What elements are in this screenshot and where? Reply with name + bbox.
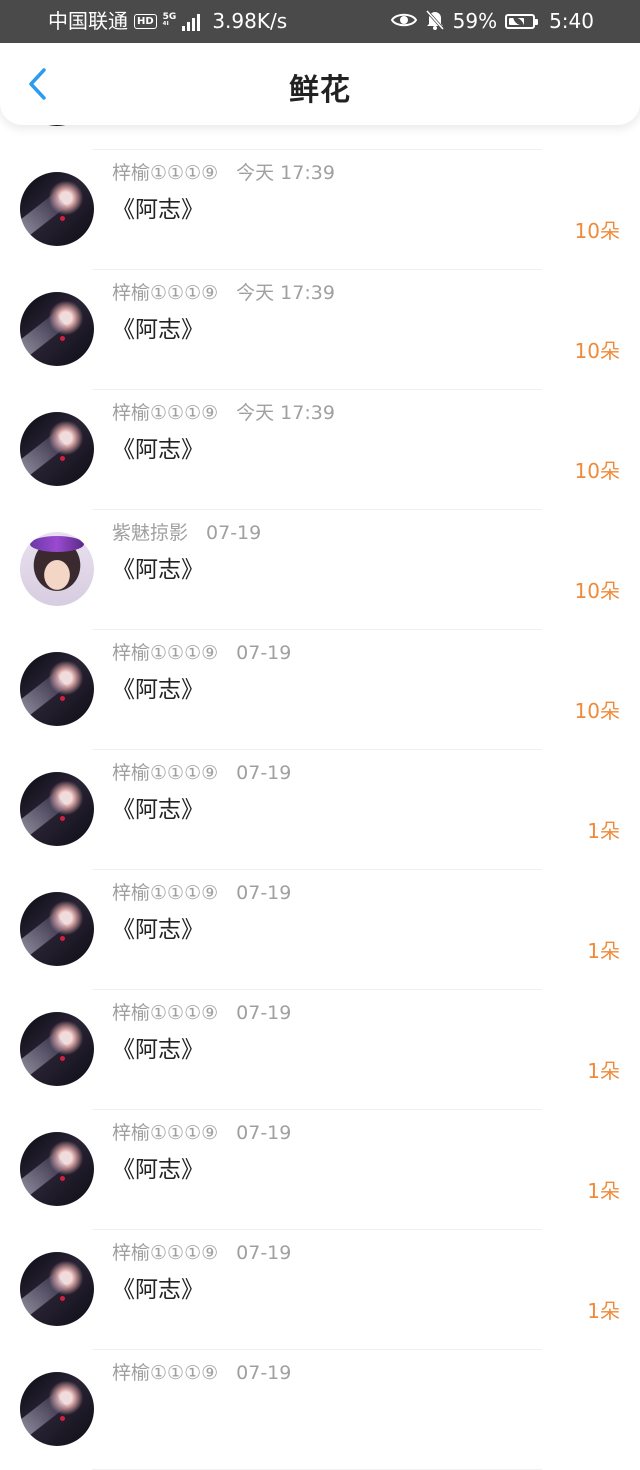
list-item[interactable]: 紫魅掠影 07-19 《阿志》 10朵 — [0, 510, 640, 630]
list-item[interactable]: 梓榆①①①⑨ 07-19 《阿志》 1朵 — [0, 750, 640, 870]
flower-count: 1朵 — [587, 1179, 620, 1203]
item-meta: 梓榆①①①⑨ 07-19 — [112, 638, 291, 665]
avatar[interactable] — [20, 1252, 94, 1326]
item-time: 07-19 — [236, 1122, 292, 1144]
avatar[interactable] — [20, 1372, 94, 1446]
user-name[interactable]: 梓榆①①①⑨ — [112, 1122, 218, 1144]
item-meta: 梓榆①①①⑨ 07-19 — [112, 998, 291, 1025]
item-meta: 紫魅掠影 07-19 — [112, 518, 261, 545]
user-name[interactable]: 梓榆①①①⑨ — [112, 762, 218, 784]
flower-count: 1朵 — [587, 1059, 620, 1083]
avatar[interactable] — [20, 892, 94, 966]
battery-percent: 59% — [452, 9, 498, 33]
clock: 5:40 — [549, 9, 594, 33]
song-title: 《阿志》 — [112, 197, 204, 223]
song-title: 《阿志》 — [112, 317, 204, 343]
item-meta: 梓榆①①①⑨ 今天 17:39 — [112, 278, 335, 305]
avatar[interactable] — [20, 292, 94, 366]
user-name[interactable]: 梓榆①①①⑨ — [112, 162, 218, 184]
user-name[interactable]: 梓榆①①①⑨ — [112, 282, 218, 304]
item-meta: 梓榆①①①⑨ 07-19 — [112, 1238, 291, 1265]
item-meta: 梓榆①①①⑨ 今天 17:39 — [112, 398, 335, 425]
item-meta: 梓榆①①①⑨ 07-19 — [112, 878, 291, 905]
song-title: 《阿志》 — [112, 1277, 204, 1303]
item-meta: 梓榆①①①⑨ 今天 17:39 — [112, 158, 335, 185]
user-name[interactable]: 梓榆①①①⑨ — [112, 642, 218, 664]
user-name[interactable]: 梓榆①①①⑨ — [112, 402, 218, 424]
flower-count: 1朵 — [587, 1299, 620, 1323]
item-meta: 梓榆①①①⑨ 07-19 — [112, 1118, 291, 1145]
list-item[interactable]: 梓榆①①①⑨ 今天 17:39 《阿志》 10朵 — [0, 390, 640, 510]
song-title: 《阿志》 — [112, 1037, 204, 1063]
bell-mute-icon — [425, 9, 445, 35]
item-time: 07-19 — [236, 762, 292, 784]
avatar[interactable] — [20, 772, 94, 846]
user-name[interactable]: 梓榆①①①⑨ — [112, 1242, 218, 1264]
avatar[interactable] — [20, 1012, 94, 1086]
item-time: 07-19 — [236, 1002, 292, 1024]
song-title: 《阿志》 — [112, 557, 204, 583]
item-time: 07-19 — [236, 1242, 292, 1264]
song-title: 《阿志》 — [112, 1157, 204, 1183]
avatar[interactable] — [20, 172, 94, 246]
item-time: 07-19 — [236, 882, 292, 904]
signal-icon — [182, 13, 201, 31]
battery-icon — [505, 14, 539, 29]
page-title: 鲜花 — [289, 73, 351, 108]
list-item[interactable]: 梓榆①①①⑨ 07-19 — [0, 1350, 640, 1470]
user-name[interactable]: 梓榆①①①⑨ — [112, 1002, 218, 1024]
song-title: 《阿志》 — [112, 917, 204, 943]
item-time: 今天 17:39 — [236, 402, 335, 424]
list-item[interactable]: 梓榆①①①⑨ 今天 17:39 《阿志》 10朵 — [0, 270, 640, 390]
flower-count: 10朵 — [574, 699, 620, 723]
avatar[interactable] — [20, 532, 94, 606]
list-item[interactable]: 梓榆①①①⑨ 07-19 《阿志》 1朵 — [0, 870, 640, 990]
user-name[interactable]: 梓榆①①①⑨ — [112, 882, 218, 904]
item-time: 07-19 — [236, 642, 292, 664]
status-left: 中国联通 HD 5G ⁴ᴵ 3.98K/s — [48, 0, 287, 43]
user-name[interactable]: 梓榆①①①⑨ — [112, 1362, 218, 1384]
flower-count: 1朵 — [587, 939, 620, 963]
header: 鲜花 — [0, 43, 640, 125]
list-item[interactable]: 梓榆①①①⑨ 07-19 《阿志》 1朵 — [0, 1230, 640, 1350]
song-title: 《阿志》 — [112, 797, 204, 823]
flower-count: 10朵 — [574, 219, 620, 243]
user-name[interactable]: 紫魅掠影 — [112, 522, 188, 544]
item-meta: 梓榆①①①⑨ 07-19 — [112, 1358, 291, 1385]
network-type-icon: 5G ⁴ᴵ — [162, 12, 177, 31]
item-meta: 梓榆①①①⑨ 07-19 — [112, 758, 291, 785]
list-item[interactable]: 梓榆①①①⑨ 今天 17:39 《阿志》 10朵 — [0, 150, 640, 270]
network-type-bottom: ⁴ᴵ — [162, 20, 169, 31]
carrier-name: 中国联通 — [48, 9, 128, 33]
avatar[interactable] — [20, 652, 94, 726]
avatar[interactable] — [20, 1132, 94, 1206]
eye-icon — [390, 11, 417, 33]
hd-icon: HD — [134, 14, 157, 29]
list-item[interactable]: 梓榆①①①⑨ 07-19 《阿志》 1朵 — [0, 1110, 640, 1230]
flower-count: 1朵 — [587, 819, 620, 843]
item-time: 今天 17:39 — [236, 282, 335, 304]
flower-list: 《阿志》1朵梓榆①①①⑨今天 17:39《阿志》10朵梓榆①①①⑨今天 17:3… — [0, 30, 640, 1470]
list-item[interactable]: 梓榆①①①⑨ 07-19 《阿志》 1朵 — [0, 990, 640, 1110]
list-item[interactable]: 梓榆①①①⑨ 07-19 《阿志》 10朵 — [0, 630, 640, 750]
song-title: 《阿志》 — [112, 677, 204, 703]
avatar[interactable] — [20, 412, 94, 486]
flower-count: 10朵 — [574, 459, 620, 483]
item-time: 07-19 — [236, 1362, 292, 1384]
flower-count: 10朵 — [574, 339, 620, 363]
item-time: 07-19 — [206, 522, 262, 544]
song-title: 《阿志》 — [112, 437, 204, 463]
flower-count: 10朵 — [574, 579, 620, 603]
item-time: 今天 17:39 — [236, 162, 335, 184]
network-speed: 3.98K/s — [212, 9, 288, 33]
status-bar: 中国联通 HD 5G ⁴ᴵ 3.98K/s 59% 5:40 — [0, 0, 640, 43]
status-right: 59% 5:40 — [390, 0, 594, 43]
